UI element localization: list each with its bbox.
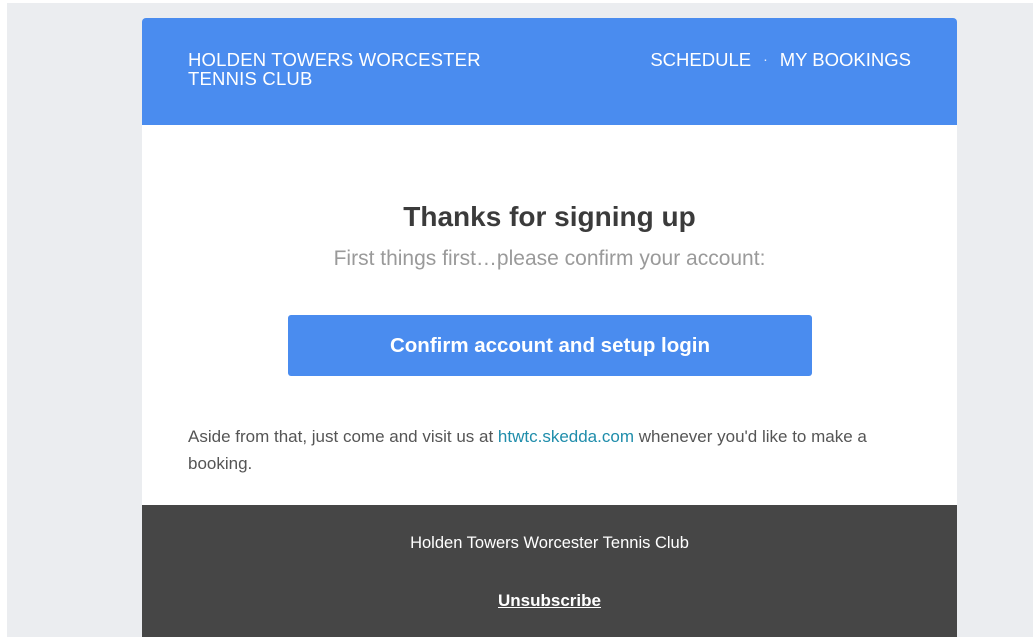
unsubscribe-wrapper: Unsubscribe [142, 591, 957, 611]
header-nav: SCHEDULE · MY BOOKINGS [650, 50, 911, 71]
page-subtitle: First things first…please confirm your a… [333, 247, 766, 270]
unsubscribe-link[interactable]: Unsubscribe [498, 591, 601, 610]
club-brand: HOLDEN TOWERS WORCESTER TENNIS CLUB [188, 49, 481, 89]
page-title: Thanks for signing up [403, 201, 696, 232]
email-body: Thanks for signing up First things first… [142, 125, 957, 505]
email-card: HOLDEN TOWERS WORCESTER TENNIS CLUB SCHE… [142, 18, 957, 637]
aside-text-before: Aside from that, just come and visit us … [188, 427, 498, 446]
email-header: HOLDEN TOWERS WORCESTER TENNIS CLUB SCHE… [142, 18, 957, 125]
nav-schedule-link[interactable]: SCHEDULE [650, 49, 751, 70]
email-footer: Holden Towers Worcester Tennis Club Unsu… [142, 505, 957, 637]
skedda-site-link[interactable]: htwtc.skedda.com [498, 427, 634, 446]
nav-separator: · [763, 51, 768, 67]
confirm-account-button[interactable]: Confirm account and setup login [288, 315, 812, 376]
footer-club-name: Holden Towers Worcester Tennis Club [410, 534, 689, 552]
email-viewport: HOLDEN TOWERS WORCESTER TENNIS CLUB SCHE… [0, 0, 1033, 637]
nav-my-bookings-link[interactable]: MY BOOKINGS [780, 49, 911, 70]
aside-paragraph: Aside from that, just come and visit us … [188, 423, 918, 477]
